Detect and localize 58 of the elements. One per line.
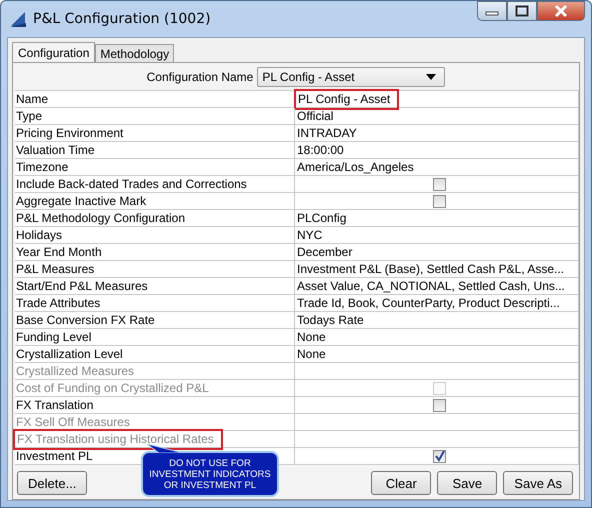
checkbox[interactable] bbox=[433, 450, 446, 462]
property-label: Timezone bbox=[16, 160, 68, 174]
minimize-button[interactable] bbox=[477, 1, 507, 21]
property-label: Name bbox=[16, 92, 48, 106]
checkmark-icon bbox=[434, 450, 445, 462]
property-label: Crystallization Level bbox=[16, 346, 123, 362]
property-value[interactable]: None bbox=[297, 330, 326, 344]
close-icon bbox=[553, 4, 569, 18]
property-label: Pricing Environment bbox=[16, 126, 124, 140]
property-value[interactable]: America/Los_Angeles bbox=[297, 160, 414, 174]
property-label: FX Translation bbox=[16, 398, 94, 412]
property-label: Crystallized Measures bbox=[16, 364, 134, 378]
sail-logo-icon bbox=[9, 10, 27, 28]
window-title: P&L Configuration (1002) bbox=[33, 11, 211, 27]
maximize-icon bbox=[515, 5, 529, 17]
property-label: Trade Attributes bbox=[16, 296, 100, 310]
property-value[interactable]: NYC bbox=[297, 228, 322, 242]
tab[interactable]: Methodology bbox=[95, 44, 174, 62]
property-label: Year End Month bbox=[16, 244, 102, 260]
property-value[interactable]: None bbox=[297, 346, 326, 362]
checkbox[interactable] bbox=[433, 178, 446, 190]
property-value[interactable]: December bbox=[297, 244, 352, 260]
property-value[interactable]: PLConfig bbox=[297, 210, 346, 226]
property-label: Include Back-dated Trades and Corrections bbox=[16, 176, 247, 192]
property-label: Valuation Time bbox=[16, 142, 94, 158]
property-value[interactable]: Trade Id, Book, CounterParty, Product Descripti... bbox=[297, 296, 560, 310]
action-button[interactable]: Save bbox=[437, 471, 498, 495]
action-button[interactable]: Clear bbox=[371, 471, 432, 495]
property-value[interactable]: INTRADAY bbox=[297, 126, 357, 140]
checkbox[interactable] bbox=[433, 194, 446, 208]
property-value[interactable]: Official bbox=[297, 108, 334, 124]
property-label: Investment PL bbox=[16, 448, 93, 464]
property-label: Funding Level bbox=[16, 330, 92, 344]
property-label: Start/End P&L Measures bbox=[16, 278, 148, 294]
property-label: Type bbox=[16, 108, 42, 124]
delete-button[interactable]: Delete... bbox=[17, 471, 88, 495]
property-label: FX Sell Off Measures bbox=[16, 414, 130, 430]
close-button[interactable] bbox=[537, 1, 585, 21]
property-value[interactable]: Asset Value, CA_NOTIONAL, Settled Cash, Uns... bbox=[297, 278, 565, 294]
maximize-button[interactable] bbox=[507, 1, 537, 21]
property-label: Cost of Funding on Crystallized P&L bbox=[16, 380, 209, 396]
callout-text: DO NOT USE FOR INVESTMENT INDICATORS OR INVESTMENT PL bbox=[148, 458, 272, 490]
configuration-dropdown[interactable]: PL Config - Asset bbox=[257, 67, 446, 87]
property-label: FX Translation using Historical Rates bbox=[16, 432, 220, 446]
property-value[interactable]: 18:00:00 bbox=[297, 142, 344, 158]
property-label: Base Conversion FX Rate bbox=[16, 312, 155, 328]
caret-icon bbox=[426, 74, 436, 80]
field-label: Configuration Name bbox=[146, 70, 254, 84]
checkbox[interactable] bbox=[433, 398, 446, 412]
property-value[interactable]: Todays Rate bbox=[297, 312, 364, 328]
property-label: Holidays bbox=[16, 228, 62, 242]
property-value[interactable]: Investment P&L (Base), Settled Cash P&L, Asse... bbox=[297, 262, 564, 276]
property-label: Aggregate Inactive Mark bbox=[16, 194, 146, 208]
property-label: P&L Methodology Configuration bbox=[16, 210, 185, 226]
property-value[interactable]: PL Config - Asset bbox=[297, 92, 396, 106]
action-button[interactable]: Save As bbox=[503, 471, 573, 495]
property-label: P&L Measures bbox=[16, 262, 94, 276]
tab[interactable]: Configuration bbox=[12, 42, 96, 63]
